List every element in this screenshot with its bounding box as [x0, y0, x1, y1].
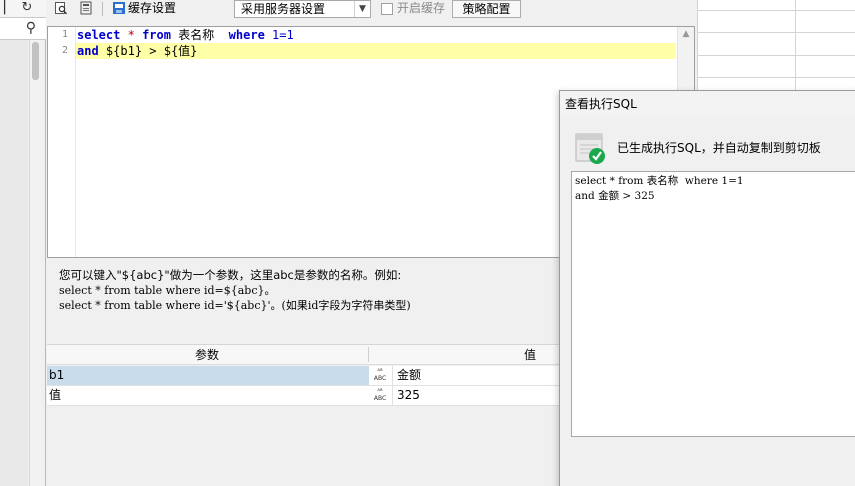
line-number-gutter: 1 2 [48, 27, 75, 257]
code-line-2[interactable]: and ${b1} > ${值} [76, 43, 676, 59]
generated-sql-textarea[interactable]: select * from 表名称 where 1=1 and 金额 > 325 [571, 171, 855, 437]
line-number: 2 [61, 45, 68, 56]
sql-line-1: select * from 表名称 where 1=1 [575, 175, 744, 187]
left-scrollbar[interactable] [29, 40, 41, 486]
enable-cache-checkbox[interactable] [381, 3, 393, 15]
help-line-1: 您可以键入"${abc}"做为一个参数，这里abc是参数的名称。例如: [59, 268, 402, 282]
grid-line [697, 10, 855, 11]
grid-line [697, 32, 855, 33]
condition-expression: ${b1} > ${值} [105, 44, 198, 58]
cache-mode-value: 采用服务器设置 [241, 2, 326, 16]
scroll-up-icon[interactable]: ▲ [678, 29, 694, 39]
doc-icon[interactable] [78, 1, 94, 17]
param-name-cell[interactable]: b1 [47, 366, 369, 385]
keyword-and: and [77, 44, 99, 58]
column-header-param[interactable]: 参数 [195, 347, 219, 363]
table-name: 表名称 [178, 28, 215, 42]
sql-line-2: and 金额 > 325 [575, 190, 655, 202]
dialog-title: 查看执行SQL [565, 97, 637, 111]
keyword-where: where [228, 28, 265, 42]
cache-settings-label[interactable]: 缓存设置 [128, 1, 176, 16]
grid-line [795, 0, 796, 100]
text-type-icon[interactable]: ᴬᴮ ABC [369, 366, 391, 385]
cache-settings-icon[interactable] [111, 1, 127, 17]
line-number: 1 [61, 29, 68, 40]
grid-line [697, 77, 855, 78]
left-toolbar: ▏ ↻ [0, 0, 46, 18]
gutter-divider [75, 27, 76, 257]
column-header-value[interactable]: 值 [524, 347, 536, 363]
dialog-titlebar[interactable]: 查看执行SQL [560, 91, 855, 117]
keyword-from: from [142, 28, 171, 42]
left-search-box[interactable]: ⚲ [0, 18, 46, 40]
collapse-icon[interactable]: ▏ [2, 0, 16, 16]
view-sql-dialog: 查看执行SQL 已生成执行SQL，并自动复制到剪切板 select * from… [559, 90, 855, 486]
left-panel: ▏ ↻ ⚲ [0, 0, 46, 486]
grid-line [697, 0, 698, 100]
cache-mode-select[interactable]: 采用服务器设置 ▼ [234, 0, 371, 18]
toolbar: 缓存设置 采用服务器设置 ▼ 开启缓存 策略配置 [47, 0, 695, 18]
success-calendar-icon [575, 131, 607, 165]
condition: 1=1 [272, 28, 294, 42]
keyword-select: select [77, 28, 121, 42]
help-line-3: select * from table where id='${abc}'。(如… [59, 299, 411, 312]
operator-star: * [127, 28, 135, 42]
grid-line [697, 55, 855, 56]
left-list[interactable] [0, 40, 28, 486]
text-type-icon[interactable]: ᴬᴮ ABC [369, 386, 391, 405]
param-name-cell[interactable]: 值 [47, 386, 369, 405]
chevron-down-icon[interactable]: ▼ [354, 1, 370, 17]
strategy-config-button[interactable]: 策略配置 [452, 0, 521, 18]
help-line-2: select * from table where id=${abc}。 [59, 284, 276, 297]
refresh-icon[interactable]: ↻ [20, 0, 34, 16]
search-doc-icon[interactable] [53, 1, 69, 17]
parameter-help-text: 您可以键入"${abc}"做为一个参数，这里abc是参数的名称。例如: sele… [59, 268, 559, 313]
enable-cache-label: 开启缓存 [397, 1, 446, 15]
code-line-1[interactable]: select * from 表名称 where 1=1 [76, 27, 676, 43]
dialog-message: 已生成执行SQL，并自动复制到剪切板 [617, 141, 821, 155]
search-icon[interactable]: ⚲ [26, 20, 36, 36]
left-scrollbar-thumb[interactable] [32, 42, 39, 80]
toolbar-separator [102, 2, 103, 16]
column-divider[interactable] [368, 347, 369, 362]
